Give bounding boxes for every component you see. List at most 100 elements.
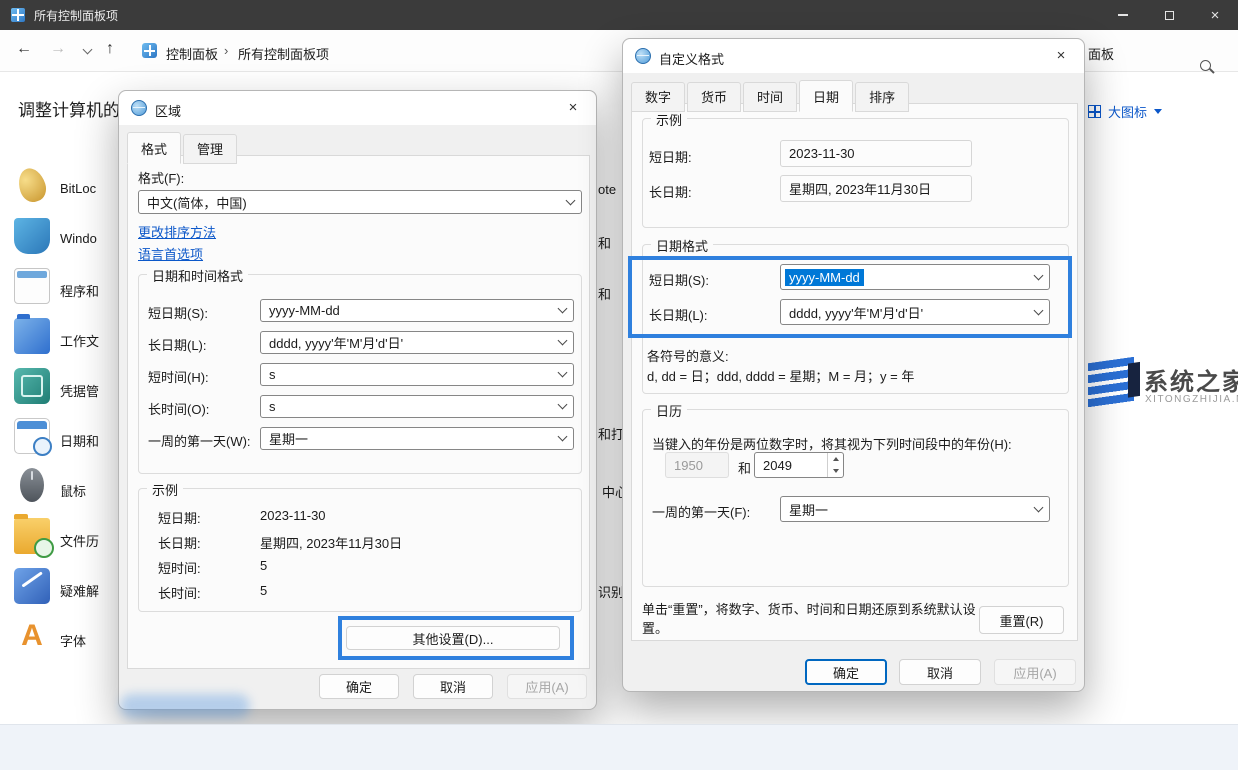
calendar-group-title: 日历 bbox=[651, 401, 687, 420]
tab-formats[interactable]: 格式 bbox=[127, 132, 181, 164]
background-item-fragment: ote bbox=[598, 182, 616, 197]
language-preferences-link[interactable]: 语言首选项 bbox=[138, 244, 203, 263]
cp-item-windows-tools[interactable]: Windo bbox=[0, 218, 120, 262]
cp-item-fonts[interactable]: A 字体 bbox=[0, 618, 120, 662]
year-to-spinner[interactable]: 2049 bbox=[754, 452, 844, 478]
change-sort-link[interactable]: 更改排序方法 bbox=[138, 222, 216, 241]
short-time-combobox[interactable]: s bbox=[260, 363, 574, 386]
close-button[interactable]: × bbox=[1192, 0, 1238, 30]
region-close-button[interactable]: × bbox=[558, 94, 588, 120]
spin-down-icon bbox=[833, 469, 839, 473]
watermark-name: 系统之家 bbox=[1144, 362, 1238, 397]
format-label: 格式(F): bbox=[138, 168, 184, 187]
spin-down-button[interactable] bbox=[828, 465, 843, 477]
long-time-combobox[interactable]: s bbox=[260, 395, 574, 418]
apply-button: 应用(A) bbox=[994, 659, 1076, 685]
region-dialog-title: 区域 bbox=[155, 101, 181, 120]
tab-numbers[interactable]: 数字 bbox=[631, 82, 685, 112]
customize-format-dialog: 自定义格式 × 数字 货币 时间 日期 排序 示例 短日期: 2023-11-3… bbox=[622, 38, 1085, 692]
tab-currency[interactable]: 货币 bbox=[687, 82, 741, 112]
chevron-down-icon bbox=[1034, 305, 1044, 315]
maximize-icon bbox=[1165, 11, 1174, 20]
region-tabs: 格式 管理 bbox=[127, 132, 239, 164]
forward-button[interactable]: → bbox=[50, 40, 66, 58]
cancel-button[interactable]: 取消 bbox=[413, 674, 493, 699]
tab-time[interactable]: 时间 bbox=[743, 82, 797, 112]
view-selector[interactable]: 大图标 bbox=[1088, 102, 1162, 121]
short-date-value: yyyy-MM-dd bbox=[785, 269, 864, 286]
spin-up-button[interactable] bbox=[828, 453, 843, 465]
work-folders-icon bbox=[14, 318, 50, 354]
long-date-combobox[interactable]: dddd, yyyy'年'M'月'd'日' bbox=[260, 331, 574, 354]
customize-close-button[interactable]: × bbox=[1046, 42, 1076, 68]
customize-dialog-title: 自定义格式 bbox=[659, 49, 724, 68]
ok-button[interactable]: 确定 bbox=[319, 674, 399, 699]
spinner-buttons bbox=[827, 453, 843, 477]
short-date-combobox[interactable]: yyyy-MM-dd bbox=[780, 264, 1050, 290]
chevron-down-icon bbox=[558, 304, 568, 314]
symbols-text: d, dd = 日；ddd, dddd = 星期；M = 月；y = 年 bbox=[647, 366, 914, 385]
watermark-domain: XITONGZHIJIA.NET bbox=[1145, 394, 1238, 405]
troubleshooting-icon bbox=[14, 568, 50, 604]
format-combobox[interactable]: 中文(简体，中国) bbox=[138, 190, 582, 214]
tab-sorting[interactable]: 排序 bbox=[855, 82, 909, 112]
breadcrumb-current[interactable]: 所有控制面板项 bbox=[238, 44, 329, 63]
format-value: 中文(简体，中国) bbox=[147, 193, 247, 212]
ok-button[interactable]: 确定 bbox=[805, 659, 887, 685]
short-date-label: 短日期(S): bbox=[148, 303, 208, 322]
tab-date[interactable]: 日期 bbox=[799, 80, 853, 112]
apply-button: 应用(A) bbox=[507, 674, 587, 699]
credential-manager-icon bbox=[14, 368, 50, 404]
cp-item-bitlocker[interactable]: BitLoc bbox=[0, 168, 120, 212]
example-short-time-value: 5 bbox=[260, 558, 267, 573]
spin-up-icon bbox=[833, 457, 839, 461]
first-day-value: 星期一 bbox=[269, 429, 308, 448]
close-icon: × bbox=[1211, 8, 1220, 23]
reset-button[interactable]: 重置(R) bbox=[979, 606, 1064, 634]
search-input[interactable]: 面板 bbox=[1088, 44, 1114, 63]
tab-administrative[interactable]: 管理 bbox=[183, 134, 237, 164]
minimize-button[interactable] bbox=[1100, 0, 1146, 30]
first-day-label: 一周的第一天(F): bbox=[652, 502, 750, 521]
example-long-time-label: 长时间: bbox=[158, 583, 201, 602]
cp-item-troubleshooting[interactable]: 疑难解 bbox=[0, 568, 120, 612]
recent-pages-chevron-icon[interactable] bbox=[83, 45, 93, 55]
cancel-button[interactable]: 取消 bbox=[899, 659, 981, 685]
datetime-group-title: 日期和时间格式 bbox=[147, 266, 248, 285]
first-day-combobox[interactable]: 星期一 bbox=[260, 427, 574, 450]
bitlocker-icon bbox=[14, 165, 49, 205]
search-icon[interactable] bbox=[1200, 60, 1211, 71]
short-date-combobox[interactable]: yyyy-MM-dd bbox=[260, 299, 574, 322]
first-day-combobox[interactable]: 星期一 bbox=[780, 496, 1050, 522]
page-title: 调整计算机的 bbox=[18, 96, 120, 121]
chevron-down-icon bbox=[558, 368, 568, 378]
year-from-field: 1950 bbox=[665, 452, 729, 478]
cp-item-mouse[interactable]: 鼠标 bbox=[0, 468, 120, 512]
back-button[interactable]: ← bbox=[16, 40, 32, 58]
date-format-group-title: 日期格式 bbox=[651, 236, 713, 255]
cp-item-work-folders[interactable]: 工作文 bbox=[0, 318, 120, 362]
date-time-icon bbox=[14, 418, 50, 454]
cp-item-date-time[interactable]: 日期和 bbox=[0, 418, 120, 462]
year-to-value[interactable]: 2049 bbox=[755, 453, 827, 477]
maximize-button[interactable] bbox=[1146, 0, 1192, 30]
example-long-date-label: 长日期: bbox=[649, 182, 692, 201]
file-history-icon bbox=[14, 518, 50, 554]
cp-item-file-history[interactable]: 文件历 bbox=[0, 518, 120, 562]
example-group: 示例 bbox=[642, 118, 1069, 228]
additional-settings-button[interactable]: 其他设置(D)... bbox=[346, 626, 560, 650]
short-date-value: yyyy-MM-dd bbox=[269, 303, 340, 318]
example-group-title: 示例 bbox=[147, 480, 183, 499]
long-time-value: s bbox=[269, 399, 276, 414]
cp-item-programs[interactable]: 程序和 bbox=[0, 268, 120, 312]
breadcrumb-separator-icon: › bbox=[224, 43, 228, 58]
long-date-combobox[interactable]: dddd, yyyy'年'M'月'd'日' bbox=[780, 299, 1050, 325]
example-short-time-label: 短时间: bbox=[158, 558, 201, 577]
watermark-logo-icon bbox=[1088, 357, 1134, 409]
up-button[interactable]: ↑ bbox=[106, 40, 114, 58]
breadcrumb-icon bbox=[142, 43, 157, 58]
cp-item-credential-manager[interactable]: 凭据管 bbox=[0, 368, 120, 412]
long-date-label: 长日期(L): bbox=[148, 335, 207, 354]
long-time-label: 长时间(O): bbox=[148, 399, 209, 418]
breadcrumb-root[interactable]: 控制面板 bbox=[166, 44, 218, 63]
